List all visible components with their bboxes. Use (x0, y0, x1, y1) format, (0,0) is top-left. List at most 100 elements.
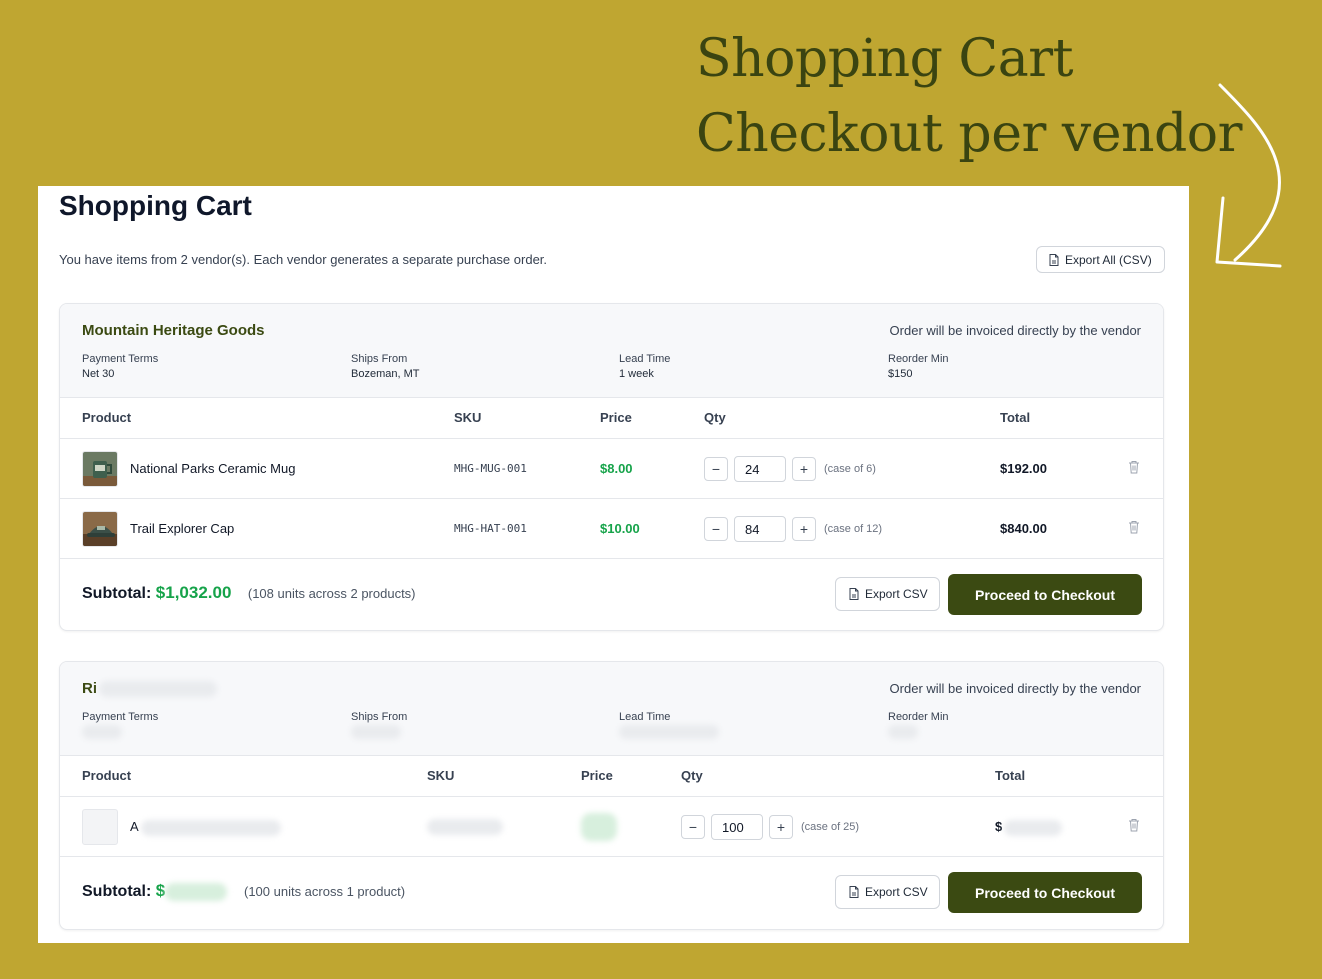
curved-arrow-icon (1215, 83, 1282, 268)
line-total: $ (995, 819, 1063, 836)
vendor-name-visible: Ri (82, 680, 97, 697)
meta-value: Bozeman, MT (351, 368, 420, 380)
vendor-invoice-note: Order will be invoiced directly by the v… (889, 681, 1141, 696)
case-size: (case of 6) (824, 463, 876, 475)
vendor-card-mountain-heritage: Mountain Heritage Goods Order will be in… (59, 303, 1164, 631)
meta-ships-from: Ships From (351, 710, 407, 740)
redacted-blur (165, 882, 228, 901)
redacted-price (581, 813, 617, 841)
decrease-qty-button[interactable]: − (681, 815, 705, 839)
cart-intro-text: You have items from 2 vendor(s). Each ve… (59, 252, 548, 267)
file-icon (1049, 253, 1059, 266)
quantity-input[interactable] (734, 516, 786, 542)
meta-value (619, 725, 719, 740)
meta-value: $150 (888, 368, 913, 380)
product-thumbnail-mug (82, 451, 118, 487)
subtotal-visible: $ (155, 881, 166, 900)
vendor-header: Mountain Heritage Goods Order will be in… (60, 304, 1163, 398)
quantity-input[interactable] (711, 814, 763, 840)
decrease-qty-button[interactable]: − (704, 517, 728, 541)
subtotal-units: (108 units across 2 products) (247, 586, 416, 601)
trash-icon[interactable] (1128, 818, 1140, 832)
redacted-sku (427, 819, 503, 835)
redacted-blur (1004, 819, 1063, 836)
headline-line-1: Shopping Cart (696, 29, 1073, 89)
table-header: Product SKU Price Qty Total (60, 398, 1163, 439)
cart-panel: Shopping Cart You have items from 2 vend… (38, 186, 1189, 943)
meta-reorder-min: Reorder Min (888, 710, 949, 740)
col-qty: Qty (681, 768, 703, 783)
subtotal: Subtotal: $ (100 units across 1 product) (82, 881, 405, 901)
quantity-input[interactable] (734, 456, 786, 482)
decrease-qty-button[interactable]: − (704, 457, 728, 481)
increase-qty-button[interactable]: + (769, 815, 793, 839)
line-total: $840.00 (1000, 521, 1047, 536)
product-name[interactable]: Trail Explorer Cap (130, 521, 234, 536)
trash-icon[interactable] (1128, 460, 1140, 474)
meta-label: Ships From (351, 353, 408, 365)
quantity-stepper: − + (case of 25) (681, 814, 859, 840)
meta-lead-time: Lead Time 1 week (619, 352, 670, 382)
product-sku: MHG-MUG-001 (454, 462, 527, 475)
vendor-name: Mountain Heritage Goods (82, 322, 265, 339)
increase-qty-button[interactable]: + (792, 517, 816, 541)
meta-label: Lead Time (619, 353, 671, 365)
subtotal-units: (100 units across 1 product) (243, 884, 406, 899)
line-total: $192.00 (1000, 461, 1047, 476)
increase-qty-button[interactable]: + (792, 457, 816, 481)
meta-value (351, 725, 407, 740)
meta-payment-terms: Payment Terms (82, 710, 158, 740)
export-csv-button[interactable]: Export CSV (835, 577, 940, 611)
vendor-name: Ri (82, 680, 217, 698)
quantity-stepper: − + (case of 12) (704, 516, 882, 542)
export-all-button[interactable]: Export All (CSV) (1036, 246, 1165, 273)
table-row: National Parks Ceramic Mug MHG-MUG-001 $… (60, 439, 1163, 499)
product-name[interactable]: A (130, 819, 281, 836)
redacted-blur (82, 725, 122, 740)
col-total: Total (995, 768, 1026, 783)
case-size: (case of 12) (824, 523, 883, 535)
quantity-stepper: − + (case of 6) (704, 456, 876, 482)
vendor-footer: Subtotal: $ (100 units across 1 product)… (60, 857, 1163, 927)
meta-label: Ships From (351, 711, 408, 723)
redacted-blur (888, 725, 918, 740)
subtotal-amount: $ (155, 881, 232, 901)
product-sku: MHG-HAT-001 (454, 522, 527, 535)
export-csv-label: Export CSV (865, 885, 928, 899)
meta-value: 1 week (619, 368, 654, 380)
file-icon (849, 886, 859, 898)
page-title: Shopping Cart (59, 190, 252, 221)
trash-icon[interactable] (1128, 520, 1140, 534)
meta-ships-from: Ships From Bozeman, MT (351, 352, 419, 382)
product-thumbnail (82, 809, 118, 845)
product-name[interactable]: National Parks Ceramic Mug (130, 461, 295, 476)
export-csv-label: Export CSV (865, 587, 928, 601)
meta-value (82, 725, 158, 740)
redacted-blur (99, 681, 217, 698)
vendor-header: Ri Order will be invoiced directly by th… (60, 662, 1163, 756)
export-csv-button[interactable]: Export CSV (835, 875, 940, 909)
vendor-invoice-note: Order will be invoiced directly by the v… (889, 323, 1141, 338)
file-icon (849, 588, 859, 600)
col-price: Price (600, 410, 632, 425)
redacted-blur (351, 725, 401, 740)
product-price: $8.00 (600, 461, 633, 476)
table-row: A − + (case of 25) $ (60, 797, 1163, 857)
redacted-blur (140, 819, 281, 836)
proceed-to-checkout-button[interactable]: Proceed to Checkout (948, 872, 1142, 913)
subtotal-label: Subtotal: (82, 883, 152, 900)
subtotal-amount: $1,032.00 (155, 583, 232, 602)
vendor-card-redacted: Ri Order will be invoiced directly by th… (59, 661, 1164, 930)
subtotal: Subtotal: $1,032.00 (108 units across 2 … (82, 583, 416, 603)
table-header: Product SKU Price Qty Total (60, 756, 1163, 797)
proceed-to-checkout-button[interactable]: Proceed to Checkout (948, 574, 1142, 615)
case-size: (case of 25) (801, 821, 860, 833)
vendor-footer: Subtotal: $1,032.00 (108 units across 2 … (60, 559, 1163, 629)
product-price: $10.00 (600, 521, 640, 536)
export-all-label: Export All (CSV) (1065, 252, 1152, 267)
meta-reorder-min: Reorder Min $150 (888, 352, 949, 382)
meta-payment-terms: Payment Terms Net 30 (82, 352, 158, 382)
meta-label: Payment Terms (82, 711, 159, 723)
headline-line-2: Checkout per vendor (696, 104, 1242, 164)
col-product: Product (82, 768, 132, 783)
